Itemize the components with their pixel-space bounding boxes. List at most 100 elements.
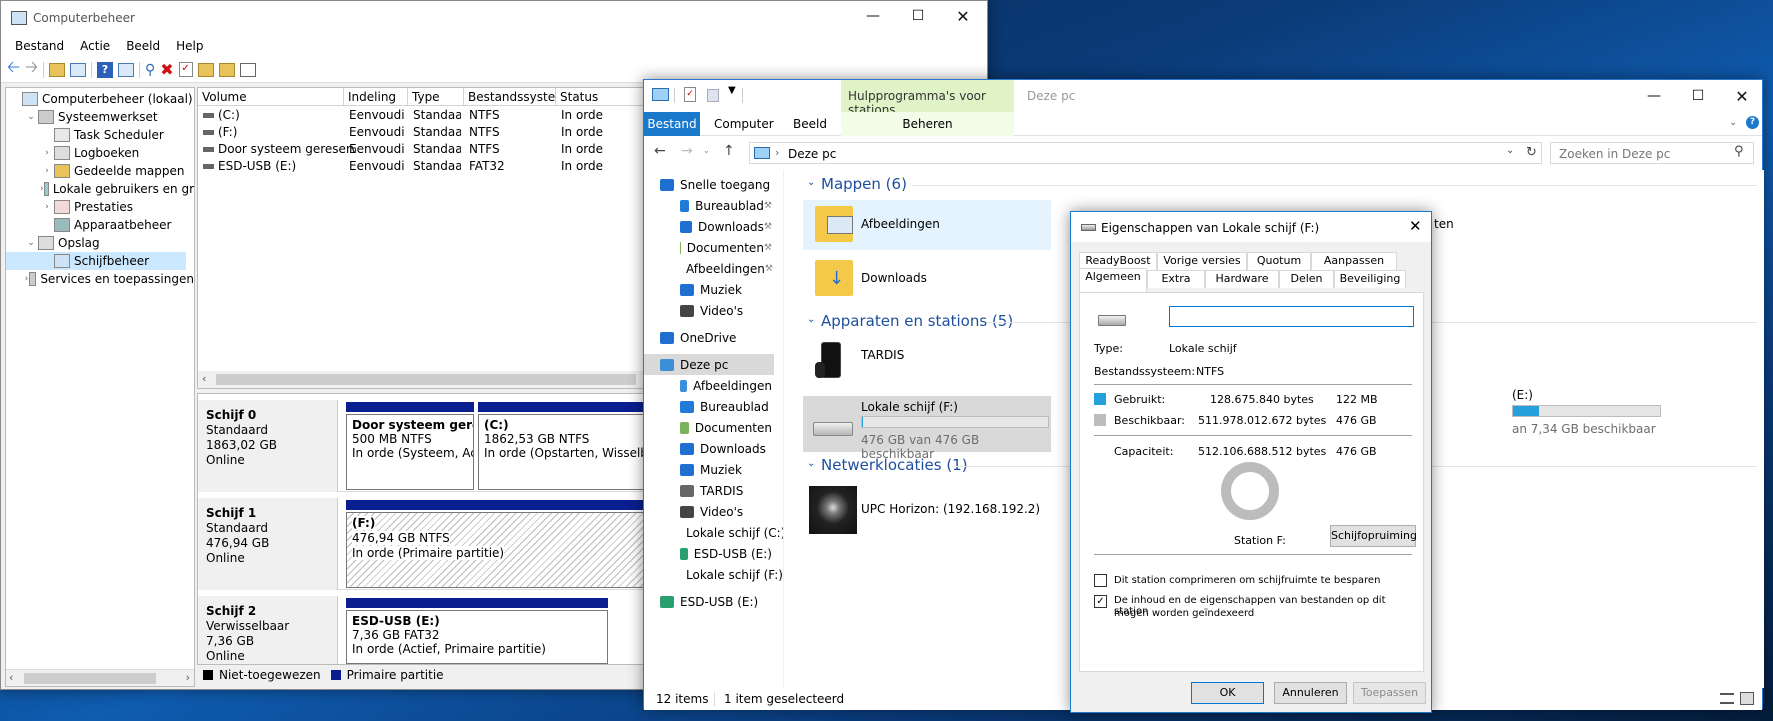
menu-beeld[interactable]: Beeld xyxy=(118,39,168,53)
ok-button[interactable]: OK xyxy=(1191,682,1264,704)
nav-item[interactable]: ESD-USB (E:) xyxy=(654,591,772,612)
nav-item[interactable]: Lokale schijf (C:) xyxy=(654,522,784,543)
close-icon[interactable]: ✕ xyxy=(1720,80,1764,112)
cm-titlebar[interactable]: Computerbeheer — ☐ ✕ xyxy=(1,1,987,35)
column-header-3[interactable]: Bestandssysteem xyxy=(464,88,574,106)
folder-up-icon[interactable] xyxy=(48,62,65,77)
column-header-4[interactable]: Status xyxy=(556,88,646,106)
ribbon-tab-beheren[interactable]: Beheren xyxy=(841,112,1014,136)
search-box[interactable]: Zoeken in Deze pc ⚲ xyxy=(1550,142,1754,164)
delete-icon[interactable]: ✖ xyxy=(160,60,173,79)
partition-box[interactable]: Door systeem gereserveerd500 MB NTFSIn o… xyxy=(346,414,474,490)
search-input[interactable]: Zoeken in Deze pc xyxy=(1559,147,1670,161)
details-view-icon[interactable] xyxy=(1720,693,1734,704)
help-icon[interactable]: ? xyxy=(96,61,113,78)
nav-item[interactable]: OneDrive xyxy=(654,327,772,348)
apply-button[interactable]: Toepassen xyxy=(1353,682,1426,704)
tree-item-5[interactable]: › Lokale gebruikers en gr xyxy=(6,180,194,198)
expand-icon[interactable]: › xyxy=(40,148,54,158)
menu-help[interactable]: Help xyxy=(168,39,211,53)
tree-hscrollbar[interactable]: ‹ › xyxy=(6,669,194,686)
tab-aanpassen[interactable]: Aanpassen xyxy=(1311,252,1397,270)
nav-item[interactable]: Video's xyxy=(654,501,772,522)
column-header-1[interactable]: Indeling xyxy=(344,88,408,106)
search-folder-icon[interactable] xyxy=(218,62,235,77)
tab-beveiliging[interactable]: Beveiliging xyxy=(1334,270,1406,288)
expand-ribbon-icon[interactable]: ⌄ xyxy=(1729,117,1737,128)
volume-name-input[interactable] xyxy=(1169,306,1414,327)
collapse-icon[interactable]: ⌄ xyxy=(24,238,38,248)
device-drive-f[interactable]: Lokale schijf (F:) 476 GB van 476 GB bes… xyxy=(803,396,1051,461)
expand-icon[interactable]: › xyxy=(40,202,54,212)
quick-access-dropdown-icon[interactable]: ▼ xyxy=(728,85,736,96)
pin-icon[interactable]: ⚒ xyxy=(764,222,774,232)
list-view-icon[interactable] xyxy=(239,62,256,77)
ribbon-tab-computer[interactable]: Computer xyxy=(714,117,774,131)
nav-scrollbar[interactable]: ▲ ▼ xyxy=(783,170,784,688)
menu-bestand[interactable]: Bestand xyxy=(7,39,72,53)
nav-item[interactable]: Downloads ⚒ xyxy=(654,216,774,237)
minimize-icon[interactable]: — xyxy=(1632,80,1676,112)
address-dropdown-icon[interactable]: ⌄ xyxy=(1506,145,1514,156)
refresh-icon[interactable]: ↻ xyxy=(1526,145,1537,160)
column-header-0[interactable]: Volume xyxy=(198,88,344,106)
nav-item[interactable]: Deze pc xyxy=(644,354,774,375)
nav-item[interactable]: Muziek xyxy=(654,279,772,300)
nav-item[interactable]: Documenten xyxy=(654,417,772,438)
tree-item-1[interactable]: ⌄ Systeemwerkset xyxy=(6,108,194,126)
disk-cleanup-button[interactable]: Schijfopruiming xyxy=(1330,525,1417,547)
tree-item-0[interactable]: Computerbeheer (lokaal) xyxy=(6,90,194,108)
nav-item[interactable]: Afbeeldingen ⚒ xyxy=(654,258,774,279)
nav-item[interactable]: ESD-USB (E:) xyxy=(654,543,772,564)
properties-icon[interactable] xyxy=(117,62,134,77)
show-tree-icon[interactable] xyxy=(69,62,86,77)
ribbon-tab-beeld[interactable]: Beeld xyxy=(793,117,827,131)
network-upc[interactable]: UPC Horizon: (192.168.192.2) xyxy=(803,482,1051,538)
folder-afbeeldingen[interactable]: Afbeeldingen xyxy=(803,200,1051,250)
forward-icon[interactable]: 🡢 xyxy=(25,56,38,83)
ribbon-tab-bestand[interactable]: Bestand xyxy=(644,112,700,136)
tab-extra[interactable]: Extra xyxy=(1147,270,1205,288)
group-folders[interactable]: ⌄ Mappen (6) xyxy=(807,173,1757,195)
compress-checkbox[interactable] xyxy=(1094,574,1107,587)
tree-item-4[interactable]: › Gedeelde mappen xyxy=(6,162,194,180)
nav-item[interactable]: TARDIS xyxy=(654,480,772,501)
tree-item-2[interactable]: Task Scheduler xyxy=(6,126,194,144)
disk-info[interactable]: Schijf 2 Verwisselbaar 7,36 GB Online xyxy=(198,596,338,664)
nav-item[interactable]: Muziek xyxy=(654,459,772,480)
disk-info[interactable]: Schijf 0 Standaard 1863,02 GB Online xyxy=(198,400,338,492)
pin-icon[interactable]: ⚒ xyxy=(764,201,774,211)
close-icon[interactable]: ✕ xyxy=(941,1,985,31)
tab-algemeen[interactable]: Algemeen xyxy=(1079,268,1147,292)
tab-delen[interactable]: Delen xyxy=(1279,270,1334,288)
nav-item[interactable]: Bureaublad ⚒ xyxy=(654,195,774,216)
nav-item[interactable]: Video's xyxy=(654,300,772,321)
collapse-icon[interactable]: ⌄ xyxy=(24,112,38,122)
dialog-titlebar[interactable]: Eigenschappen van Lokale schijf (F:) ✕ xyxy=(1071,212,1431,242)
back-icon[interactable]: ← xyxy=(654,143,666,159)
disk-info[interactable]: Schijf 1 Standaard 476,94 GB Online xyxy=(198,498,338,590)
tree-item-3[interactable]: › Logboeken xyxy=(6,144,194,162)
new-folder-icon[interactable] xyxy=(707,89,719,102)
column-header-2[interactable]: Type xyxy=(408,88,464,106)
partition-box[interactable]: (F:) 476,94 GB NTFS In orde (Primaire part… xyxy=(346,512,646,588)
tab-quotum[interactable]: Quotum xyxy=(1247,252,1311,270)
maximize-icon[interactable]: ☐ xyxy=(1676,80,1720,112)
device-tardis[interactable]: TARDIS xyxy=(803,336,1051,386)
folder-downloads[interactable]: ↓ Downloads xyxy=(803,254,1051,304)
index-checkbox[interactable]: ✓ xyxy=(1094,595,1107,608)
nav-item[interactable]: Snelle toegang xyxy=(654,174,772,195)
tree-item-9[interactable]: Schijfbeheer xyxy=(6,252,186,270)
partition-box[interactable]: ESD-USB (E:) 7,36 GB FAT32 In orde (Actief… xyxy=(346,610,608,664)
nav-item[interactable]: Downloads xyxy=(654,438,772,459)
folder-arrow-icon[interactable] xyxy=(197,62,214,77)
tree-item-6[interactable]: › Prestaties xyxy=(6,198,194,216)
address-bar[interactable]: › Deze pc ⌄ ↻ xyxy=(749,142,1542,164)
back-icon[interactable]: 🡠 xyxy=(7,56,20,83)
forward-icon[interactable]: → xyxy=(681,143,693,159)
tree-item-10[interactable]: › Services en toepassingen xyxy=(6,270,194,288)
tree-item-8[interactable]: ⌄ Opslag xyxy=(6,234,194,252)
expand-icon[interactable]: › xyxy=(40,166,54,176)
pin-icon[interactable]: ⚒ xyxy=(764,243,774,253)
help-icon[interactable]: ? xyxy=(1746,116,1759,129)
